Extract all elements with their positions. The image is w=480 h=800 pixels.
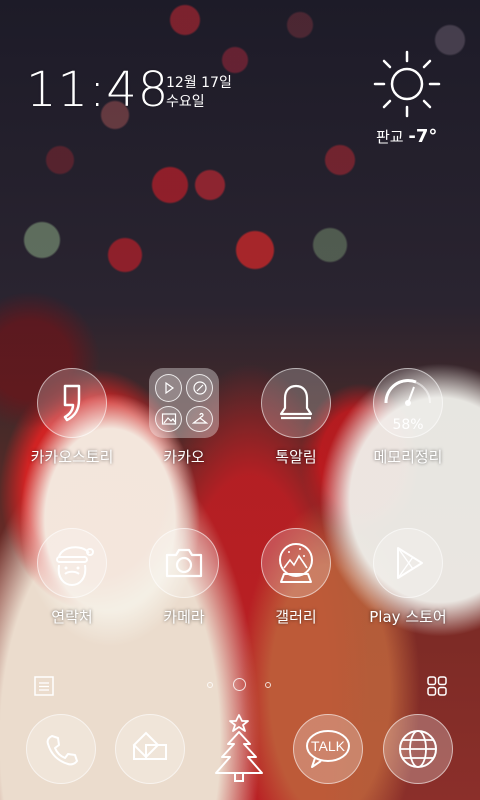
browser-button[interactable] [383,714,453,784]
sun-icon[interactable] [372,48,442,118]
hanger-mini-icon [186,406,213,432]
kakaotalk-button[interactable]: TALK [293,714,363,784]
play-store-icon [373,528,443,598]
weather-temperature: -7° [408,126,438,147]
app-camera[interactable]: 카메라 [129,528,239,627]
page-dot-2-active[interactable] [233,678,246,691]
weather-readout[interactable]: 판교 -7° [376,126,437,147]
app-memory-cleaner[interactable]: 58% 메모리정리 [353,368,463,467]
clock-date[interactable]: 12월 17일 수요일 [166,74,232,112]
app-label: 연락처 [51,608,93,626]
memory-gauge-icon: 58% [373,368,443,438]
menu-list-icon[interactable] [33,675,55,697]
memory-percent: 58% [392,417,424,433]
date-label: 12월 17일 [166,75,232,91]
kakaostory-icon [37,368,107,438]
messages-button[interactable] [115,714,185,784]
compass-mini-icon [186,374,213,402]
bell-icon [261,368,331,438]
image-mini-icon [155,406,182,432]
kakao-folder-icon [149,368,219,438]
app-contacts[interactable]: 연락처 [17,528,127,627]
app-talk-alarm[interactable]: 톡알림 [241,368,351,467]
christmas-tree-icon[interactable] [212,712,266,786]
app-label: 카카오스토리 [30,448,114,466]
app-label: 메모리정리 [373,448,443,466]
app-label: 카카오 [163,448,205,466]
app-kakaostory[interactable]: 카카오스토리 [17,368,127,467]
page-dot-1[interactable] [207,682,213,688]
play-mini-icon [155,374,182,402]
globe-icon [399,730,437,768]
santa-icon [37,528,107,598]
app-label: 톡알림 [275,448,317,466]
snowglobe-icon [261,528,331,598]
app-gallery[interactable]: 갤러리 [241,528,351,627]
phone-button[interactable] [26,714,96,784]
weekday-label: 수요일 [166,94,205,110]
messages-icon [132,731,167,760]
app-drawer-icon[interactable] [426,675,448,697]
clock-time[interactable]: 11:48 [26,66,169,114]
page-dot-3[interactable] [265,682,271,688]
camera-icon [149,528,219,598]
weather-location: 판교 [376,128,404,146]
app-play-store[interactable]: Play 스토어 [353,528,463,627]
app-label: Play 스토어 [369,608,447,626]
app-label: 갤러리 [275,608,317,626]
app-label: 카메라 [163,608,205,626]
phone-icon [46,735,78,766]
app-kakao-folder[interactable]: 카카오 [129,368,239,467]
talk-icon: TALK [306,730,350,768]
talk-text: TALK [311,738,346,754]
